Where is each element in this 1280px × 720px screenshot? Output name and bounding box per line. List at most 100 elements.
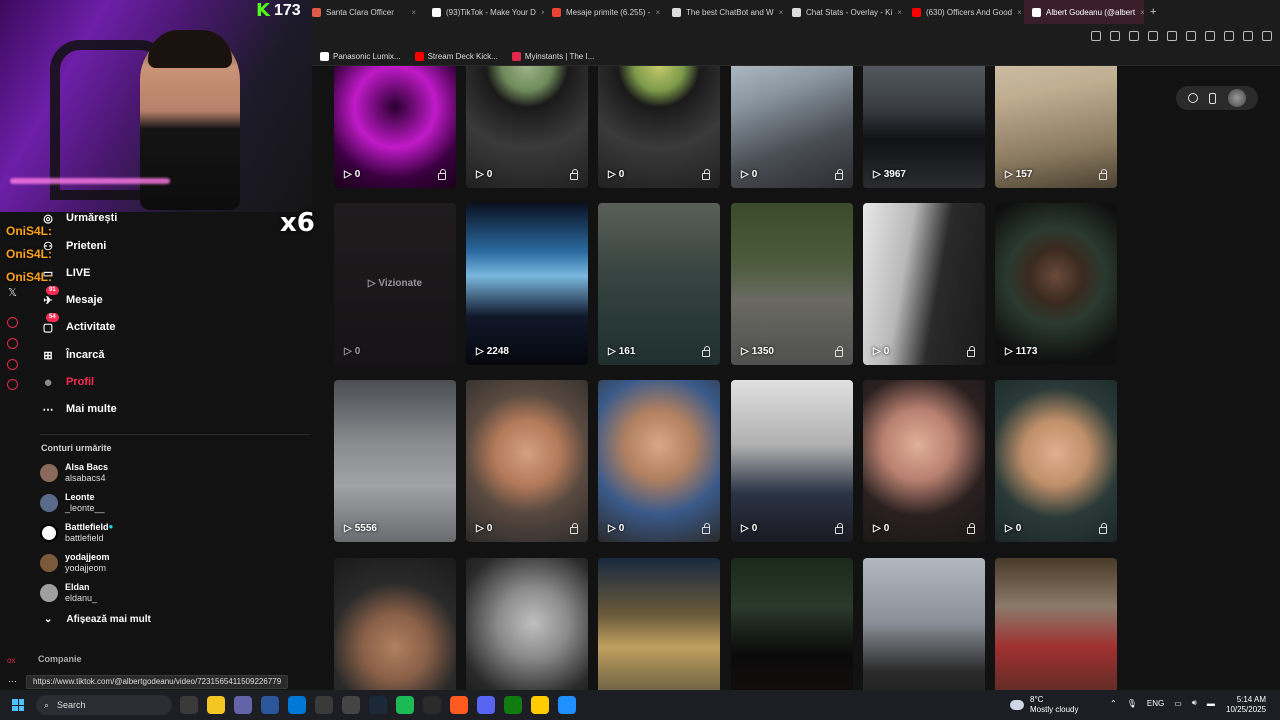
sidebar-item-activity[interactable]: ▢ 54 Activitate	[40, 313, 116, 335]
language-indicator[interactable]: ENG	[1147, 699, 1164, 708]
side-app-icon[interactable]	[7, 317, 18, 328]
extension-icon[interactable]	[1205, 31, 1215, 41]
bookmark-item[interactable]: Myinstants | The I...	[511, 52, 594, 61]
teams-icon[interactable]	[234, 696, 252, 714]
video-thumbnail[interactable]: ▷ 3967	[863, 66, 985, 188]
app-icon[interactable]	[531, 696, 549, 714]
menu-icon[interactable]	[1262, 31, 1272, 41]
downloads-icon[interactable]	[1224, 31, 1234, 41]
new-tab-button[interactable]: +	[1144, 6, 1156, 18]
brave-icon[interactable]	[450, 696, 468, 714]
word-icon[interactable]	[261, 696, 279, 714]
video-thumbnail[interactable]: ▷ 1173	[995, 203, 1117, 365]
more-icon[interactable]: ⋯	[8, 676, 17, 687]
account-name: yodajjeom	[65, 552, 110, 562]
taskbar-search[interactable]: ⌕ Search	[36, 695, 172, 715]
browser-tab[interactable]: Mesaje primite (6.255) - ×	[544, 0, 664, 24]
video-thumbnail[interactable]: ▷ 0	[863, 203, 985, 365]
weather-widget[interactable]: 8°C Mostly cloudy	[1010, 695, 1078, 715]
video-thumbnail[interactable]: ▷ 1350	[731, 203, 853, 365]
store-icon[interactable]	[342, 696, 360, 714]
discord-icon[interactable]	[477, 696, 495, 714]
video-thumbnail[interactable]: ▷ 0	[995, 380, 1117, 542]
following-account[interactable]: Battlefield ● battlefield	[40, 522, 113, 544]
see-more-button[interactable]: ⌄ Afișează mai mult	[44, 614, 151, 625]
extension-icon[interactable]	[1186, 31, 1196, 41]
extension-icon[interactable]	[1091, 31, 1101, 41]
chevron-up-icon[interactable]: ⌃	[1110, 699, 1117, 708]
app-icon[interactable]	[423, 696, 441, 714]
browser-tab[interactable]: The best ChatBot and W ×	[664, 0, 784, 24]
profile-icon[interactable]	[1243, 31, 1253, 41]
close-tab-icon[interactable]: ×	[779, 8, 784, 17]
close-tab-icon[interactable]: ×	[411, 8, 416, 17]
view-count: ▷ 0	[873, 523, 889, 534]
extension-icon[interactable]	[1110, 31, 1120, 41]
close-tab-icon[interactable]: ×	[1017, 8, 1022, 17]
bookmark-item[interactable]: Panasonic Lumix...	[320, 52, 401, 61]
video-thumbnail[interactable]: ▷ 0	[598, 380, 720, 542]
sidebar-item-profile[interactable]: ● Profil	[40, 374, 94, 391]
sidebar-item-upload[interactable]: ⊞ Încarcă	[40, 347, 104, 363]
tab-favicon-icon	[792, 7, 801, 17]
volume-icon[interactable]: 🔊︎	[1192, 698, 1197, 708]
video-thumbnail[interactable]	[731, 558, 853, 690]
taskbar-clock[interactable]: 5:14 AM 10/25/2025	[1226, 695, 1266, 715]
task-view-icon[interactable]	[180, 696, 198, 714]
video-thumbnail[interactable]	[995, 558, 1117, 690]
close-tab-icon[interactable]: ×	[655, 8, 660, 17]
video-thumbnail[interactable]: ▷ 161	[598, 203, 720, 365]
windows-start-icon[interactable]	[12, 699, 24, 711]
video-thumbnail[interactable]: ▷ 0	[334, 66, 456, 188]
app-icon[interactable]	[315, 696, 333, 714]
extension-icon[interactable]	[1167, 31, 1177, 41]
sidebar-item-more[interactable]: ⋯ Mai multe	[40, 401, 117, 417]
browser-tab[interactable]: Chat Stats - Overlay - Ki ×	[784, 0, 904, 24]
video-thumbnail[interactable]	[334, 558, 456, 690]
video-thumbnail[interactable]: ▷ 0 ▷ Vizionate	[334, 203, 456, 365]
side-app-icon[interactable]: ox	[7, 656, 15, 665]
spotify-icon[interactable]	[396, 696, 414, 714]
video-thumbnail[interactable]: ▷ 0	[863, 380, 985, 542]
edge-icon[interactable]	[288, 696, 306, 714]
video-thumbnail[interactable]: ▷ 0	[731, 380, 853, 542]
video-thumbnail[interactable]: ▷ 0	[466, 66, 588, 188]
video-thumbnail[interactable]: ▷ 157	[995, 66, 1117, 188]
steam-icon[interactable]	[369, 696, 387, 714]
extension-icon[interactable]	[1148, 31, 1158, 41]
browser-tab[interactable]: (630) Officers And Good ×	[904, 0, 1024, 24]
file-explorer-icon[interactable]	[207, 696, 225, 714]
extension-icon[interactable]	[1129, 31, 1139, 41]
close-tab-icon[interactable]: ×	[897, 8, 902, 17]
settings-icon[interactable]	[7, 379, 18, 390]
following-account[interactable]: Eldan eldanu_	[40, 582, 97, 604]
video-thumbnail[interactable]	[863, 558, 985, 690]
microphone-icon[interactable]: 🎙︎	[1127, 699, 1137, 708]
video-thumbnail[interactable]: ▷ 0	[598, 66, 720, 188]
browser-tab[interactable]: Santa Clara Officer ×	[304, 0, 424, 24]
battery-icon[interactable]: ▬	[1207, 699, 1215, 708]
video-thumbnail[interactable]: ▷ 0	[466, 380, 588, 542]
view-count: ▷ 0	[608, 523, 624, 534]
video-thumbnail[interactable]: ▷ 2248	[466, 203, 588, 365]
sidebar-item-messages[interactable]: ✈ 91 Mesaje	[40, 286, 103, 308]
video-thumbnail[interactable]	[598, 558, 720, 690]
following-account[interactable]: Leonte _leonte__	[40, 492, 105, 514]
app-icon[interactable]	[558, 696, 576, 714]
video-thumbnail[interactable]: ▷ 0	[731, 66, 853, 188]
network-icon[interactable]: ▭	[1174, 699, 1182, 708]
following-account[interactable]: Alsa Bacs alsabacs4	[40, 462, 108, 484]
browser-tab[interactable]: (93)TikTok - Make Your D ×	[424, 0, 544, 24]
video-thumbnail[interactable]	[466, 558, 588, 690]
following-account[interactable]: yodajjeom yodajjeom	[40, 552, 110, 574]
bookmark-item[interactable]: Stream Deck Kick...	[414, 52, 498, 61]
side-app-icon[interactable]	[7, 359, 18, 370]
browser-tab[interactable]: Albert Godeanu (@albert ×	[1024, 0, 1144, 24]
xbox-icon[interactable]	[504, 696, 522, 714]
profile-avatar[interactable]	[1228, 89, 1247, 107]
device-icon[interactable]	[1209, 92, 1217, 104]
coin-icon[interactable]	[1187, 93, 1198, 103]
company-link[interactable]: Companie	[38, 654, 82, 664]
side-app-icon[interactable]	[7, 338, 18, 349]
video-thumbnail[interactable]: ▷ 5556	[334, 380, 456, 542]
